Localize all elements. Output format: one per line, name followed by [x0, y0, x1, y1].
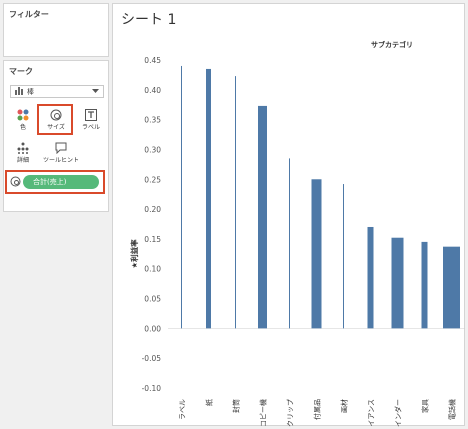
- color-button-label: 色: [19, 124, 26, 131]
- y-tick-label: 0.15: [144, 235, 161, 244]
- bar-chart: -0.10 -0.05 0.00 0.05 0.10 0.15 0.20 0.25 0.30 0.…: [129, 56, 465, 427]
- x-tick-label: ラベル: [179, 399, 187, 420]
- x-tick-label: 電話機: [448, 399, 457, 420]
- mark-type-dropdown[interactable]: 棒: [10, 85, 104, 98]
- x-tick-label: クリップ: [287, 399, 295, 427]
- size-button-highlight: [37, 104, 73, 135]
- chevron-down-icon: [92, 87, 99, 96]
- side-panel: フィルター マーク 棒 色 サイズ ラベル 詳細 ツールヒント 合計(売上): [0, 0, 110, 429]
- x-tick-label: 紙: [205, 399, 214, 406]
- x-tick-label: コピー機: [259, 399, 268, 427]
- y-tick-label: 0.30: [144, 145, 161, 154]
- bar: [258, 105, 267, 329]
- y-tick-label: 0.10: [144, 265, 161, 274]
- tooltip-button-label: ツールヒント: [42, 157, 79, 164]
- size-encoding-icon: [10, 176, 21, 189]
- bar: [443, 246, 460, 329]
- detail-button[interactable]: 詳細: [8, 139, 38, 169]
- x-tick-label: イアンス: [368, 399, 376, 427]
- bar: [391, 237, 404, 329]
- bar: [367, 226, 374, 329]
- y-axis-title: ★利益率: [129, 239, 139, 269]
- bar: [235, 76, 236, 329]
- y-tick-label: 0.35: [144, 116, 161, 125]
- sum-sales-pill[interactable]: 合計(売上): [23, 175, 99, 189]
- y-tick-label: 0.00: [144, 324, 161, 333]
- color-button[interactable]: 色: [8, 106, 38, 136]
- filters-title: フィルター: [9, 10, 49, 19]
- label-button[interactable]: ラベル: [76, 106, 106, 136]
- bar: [421, 241, 428, 329]
- marks-title: マーク: [9, 67, 33, 76]
- x-tick-label: 付属品: [313, 399, 322, 420]
- label-button-label: ラベル: [81, 124, 100, 131]
- y-tick-label: -0.10: [142, 384, 162, 393]
- bar: [343, 184, 344, 329]
- mark-type-label: 棒: [27, 87, 34, 96]
- color-icon: [8, 109, 38, 121]
- bar: [311, 179, 322, 329]
- bar: [206, 68, 211, 329]
- y-tick-label: 0.20: [144, 205, 161, 214]
- bar: [289, 158, 290, 329]
- x-tick-label: 画材: [340, 399, 349, 413]
- tooltip-icon: [41, 142, 81, 154]
- detail-button-label: 詳細: [16, 157, 29, 164]
- bar-chart-icon: [15, 86, 24, 97]
- filters-card[interactable]: フィルター: [3, 3, 109, 57]
- text-icon: [76, 109, 106, 121]
- x-tick-label: インダー: [394, 399, 403, 427]
- detail-icon: [8, 142, 38, 154]
- y-tick-label: 0.40: [144, 86, 161, 95]
- tooltip-button[interactable]: ツールヒント: [41, 139, 81, 169]
- y-tick-label: 0.25: [144, 175, 161, 184]
- bar: [181, 65, 182, 329]
- y-tick-label: 0.45: [144, 56, 161, 65]
- x-tick-label: 家具: [421, 399, 430, 413]
- y-tick-label: -0.05: [142, 354, 162, 363]
- y-tick-label: 0.05: [144, 295, 161, 304]
- x-tick-label: 封筒: [232, 399, 241, 413]
- worksheet-view: シート 1 サブカテゴリ -0.10 -0.05 0.00 0.05 0.10 0.15 0…: [112, 3, 465, 427]
